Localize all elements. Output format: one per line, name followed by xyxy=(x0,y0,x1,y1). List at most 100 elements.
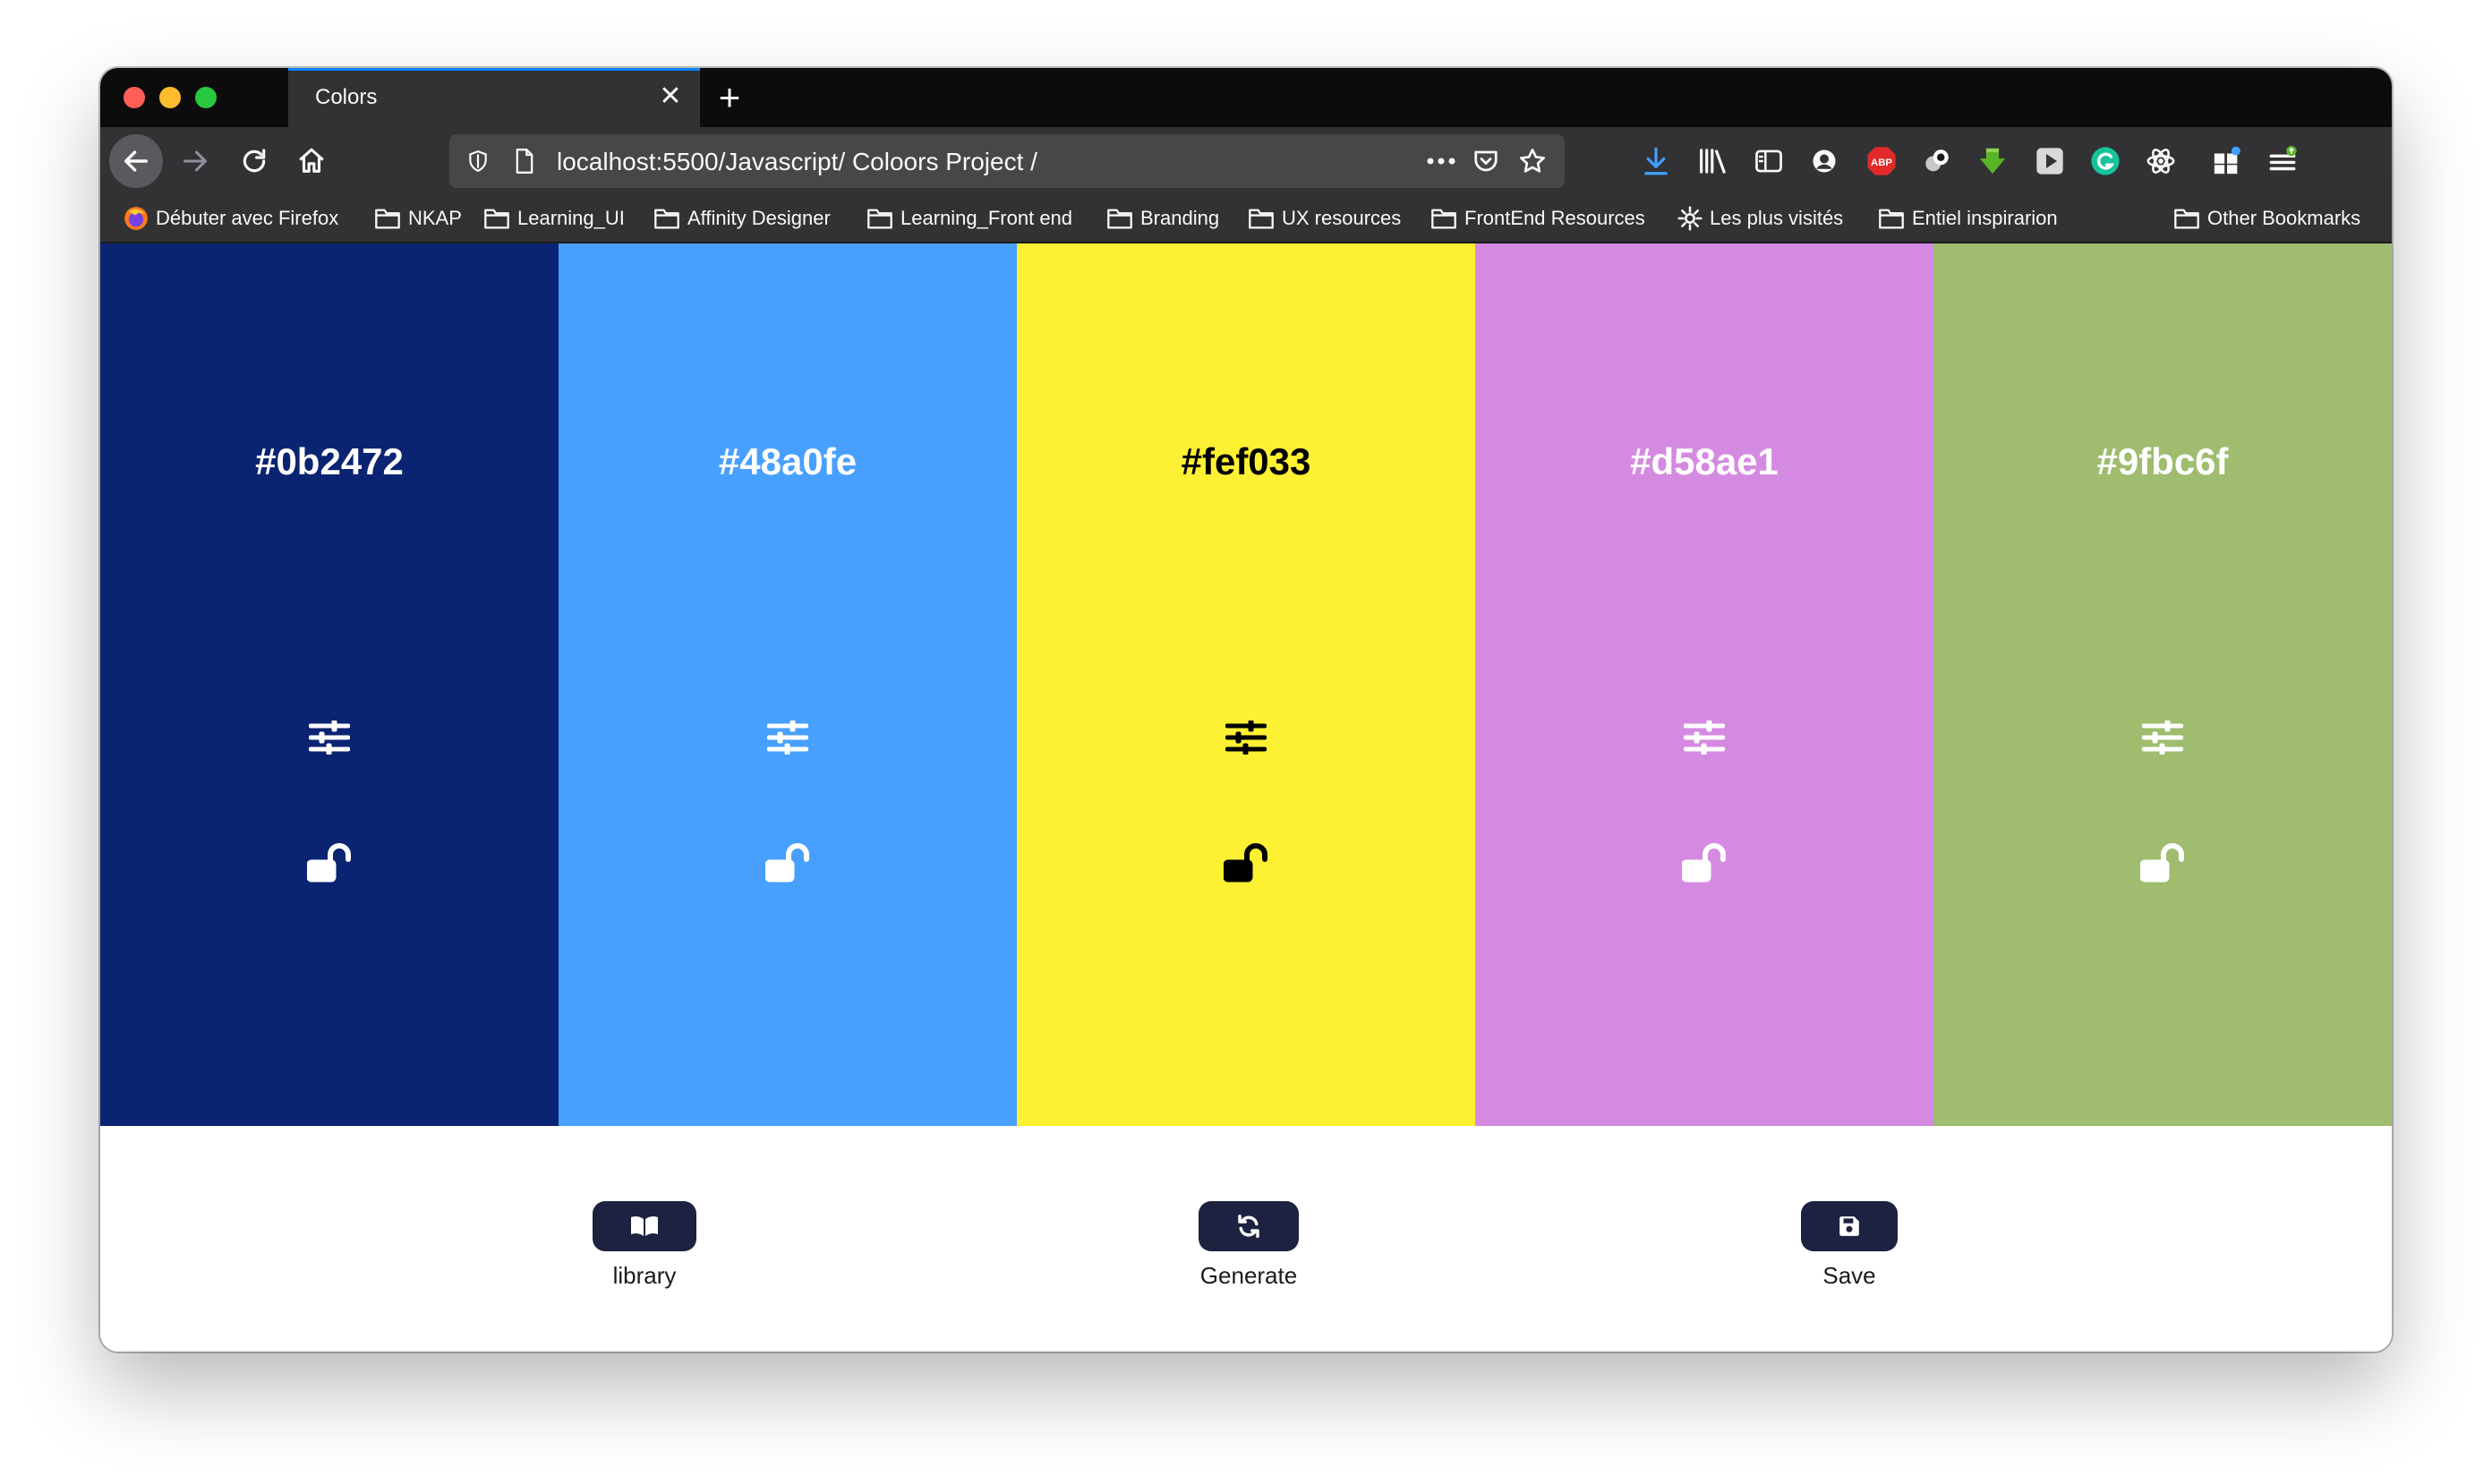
bookmark-label: Entiel inspirarion xyxy=(1912,207,2058,229)
star-icon[interactable] xyxy=(1516,145,1549,177)
unlock-icon[interactable] xyxy=(303,836,356,890)
library-label: library xyxy=(612,1262,677,1289)
folder-icon xyxy=(654,209,679,229)
sliders-icon[interactable] xyxy=(761,714,815,761)
browser-window: Colors ✕ + localhost:5500/Javascript/ Co… xyxy=(100,68,2392,1352)
folder-icon xyxy=(1249,209,1274,229)
folder-icon xyxy=(1107,209,1132,229)
bookmark-item[interactable]: Learning_Front end xyxy=(866,195,1072,242)
bookmark-item[interactable]: Les plus visités xyxy=(1677,195,1843,242)
reload-icon[interactable] xyxy=(227,134,281,188)
save-control: Save xyxy=(1760,1201,1939,1290)
close-window-button[interactable] xyxy=(124,87,145,108)
bookmark-label: Débuter avec Firefox xyxy=(156,207,339,229)
extension-icon[interactable] xyxy=(1916,140,1959,183)
bookmark-item[interactable]: Branding xyxy=(1106,195,1219,242)
minimize-window-button[interactable] xyxy=(159,87,181,108)
bookmark-label: UX resources xyxy=(1282,207,1402,229)
adblock-plus-icon[interactable]: ABP xyxy=(1860,140,1903,183)
unlock-icon[interactable] xyxy=(761,836,815,890)
plus-icon[interactable]: + xyxy=(707,75,752,120)
download-helper-icon[interactable] xyxy=(1971,140,2014,183)
url-bar[interactable]: localhost:5500/Javascript/ Coloors Proje… xyxy=(449,134,1565,188)
unlock-icon[interactable] xyxy=(2136,836,2189,890)
sliders-icon[interactable] xyxy=(303,714,356,761)
bookmark-label: Branding xyxy=(1140,207,1220,229)
navigation-toolbar: localhost:5500/Javascript/ Coloors Proje… xyxy=(100,127,2392,195)
more-actions-icon[interactable] xyxy=(1425,145,1457,177)
library-icon[interactable] xyxy=(1692,140,1735,183)
refresh-icon xyxy=(1238,1215,1259,1238)
bookmark-item[interactable]: UX resources xyxy=(1248,195,1401,242)
extensions-icon[interactable] xyxy=(2206,140,2249,183)
unlock-icon[interactable] xyxy=(1219,836,1273,890)
color-swatch: #fef033 xyxy=(1017,243,1475,1126)
pocket-icon[interactable] xyxy=(1470,145,1502,177)
tab-title: Colors xyxy=(315,85,378,109)
zoom-window-button[interactable] xyxy=(195,87,217,108)
bookmark-label: Les plus visités xyxy=(1710,207,1844,229)
controls-panel: library Generate Save xyxy=(100,1126,2392,1352)
bookmarks-toolbar: Débuter avec Firefox NKAP Learning_UI Af… xyxy=(100,195,2392,243)
save-icon xyxy=(1839,1216,1859,1236)
library-button[interactable] xyxy=(593,1201,696,1251)
bookmark-item[interactable]: Entiel inspirarion xyxy=(1878,195,2058,242)
bookmark-label: Learning_UI xyxy=(517,207,625,229)
bookmark-label: Learning_Front end xyxy=(900,207,1073,229)
gear-icon xyxy=(1677,206,1703,231)
grammarly-icon[interactable] xyxy=(2084,140,2127,183)
home-icon[interactable] xyxy=(285,134,338,188)
bookmark-label: FrontEnd Resources xyxy=(1464,207,1645,229)
hex-value[interactable]: #d58ae1 xyxy=(1475,440,1933,483)
sliders-icon[interactable] xyxy=(2136,714,2189,761)
library-control: library xyxy=(555,1201,734,1290)
bookmark-item[interactable]: Affinity Designer xyxy=(653,195,831,242)
color-swatch: #d58ae1 xyxy=(1475,243,1933,1126)
generate-control: Generate xyxy=(1159,1201,1338,1290)
sliders-icon[interactable] xyxy=(1219,714,1273,761)
color-swatch: #0b2472 xyxy=(100,243,559,1126)
firefox-icon xyxy=(124,207,148,230)
forward-arrow-icon[interactable] xyxy=(168,134,222,188)
shield-icon[interactable] xyxy=(462,145,494,177)
bookmark-item[interactable]: Learning_UI xyxy=(483,195,625,242)
color-palette: #0b2472 #48a0fe #fef033 #d58ae1 #9fbc6f xyxy=(100,243,2392,1126)
bookmark-item[interactable]: Débuter avec Firefox xyxy=(124,195,338,242)
react-devtools-icon[interactable] xyxy=(2139,140,2182,183)
bookmark-label: Affinity Designer xyxy=(687,207,831,229)
account-icon[interactable] xyxy=(1803,140,1846,183)
color-swatch: #9fbc6f xyxy=(1933,243,2392,1126)
generate-button[interactable] xyxy=(1199,1201,1299,1251)
hex-value[interactable]: #fef033 xyxy=(1017,440,1475,483)
folder-icon xyxy=(375,209,400,229)
folder-icon xyxy=(2174,209,2199,229)
hex-value[interactable]: #0b2472 xyxy=(100,440,559,483)
back-arrow-icon[interactable] xyxy=(109,134,163,188)
folder-icon xyxy=(1879,209,1904,229)
url-text[interactable]: localhost:5500/Javascript/ Coloors Proje… xyxy=(557,148,1037,176)
folder-icon xyxy=(484,209,509,229)
close-icon[interactable]: ✕ xyxy=(655,81,686,112)
folder-icon xyxy=(1431,209,1456,229)
page-icon xyxy=(508,145,541,177)
download-icon[interactable] xyxy=(1634,140,1677,183)
bookmark-label: NKAP xyxy=(408,207,462,229)
save-button[interactable] xyxy=(1801,1201,1898,1251)
folder-icon xyxy=(867,209,892,229)
active-tab[interactable]: Colors ✕ xyxy=(288,68,700,127)
menu-icon[interactable] xyxy=(2261,140,2304,183)
save-label: Save xyxy=(1822,1262,1876,1289)
bookmark-item[interactable]: NKAP xyxy=(374,195,462,242)
hex-value[interactable]: #9fbc6f xyxy=(1933,440,2392,483)
other-bookmarks[interactable]: Other Bookmarks xyxy=(2173,195,2360,242)
hex-value[interactable]: #48a0fe xyxy=(559,440,1017,483)
generate-label: Generate xyxy=(1199,1262,1298,1289)
sidebar-icon[interactable] xyxy=(1747,140,1790,183)
book-icon xyxy=(631,1215,658,1236)
unlock-icon[interactable] xyxy=(1677,836,1731,890)
video-extension-icon[interactable] xyxy=(2028,140,2071,183)
color-swatch: #48a0fe xyxy=(559,243,1017,1126)
sliders-icon[interactable] xyxy=(1677,714,1731,761)
other-bookmarks-label: Other Bookmarks xyxy=(2207,207,2361,229)
bookmark-item[interactable]: FrontEnd Resources xyxy=(1430,195,1645,242)
